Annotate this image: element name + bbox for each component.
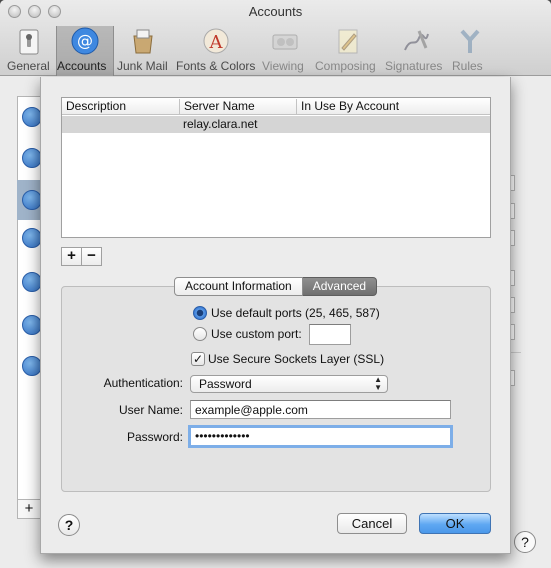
preferences-window: Accounts General @ Accounts Junk Mail A … [0, 0, 551, 568]
toolbar-viewing-label: Viewing [262, 59, 304, 73]
toolbar-fonts-colors[interactable]: A Fonts & Colors [176, 26, 256, 76]
default-ports-radio[interactable] [193, 306, 207, 320]
tab-bar: Account Information Advanced [174, 277, 378, 296]
column-header-in-use-by[interactable]: In Use By Account [297, 99, 487, 114]
toolbar-fonts-colors-label: Fonts & Colors [176, 59, 256, 73]
junk-mail-icon [133, 29, 153, 54]
popup-arrows-icon: ▲ ▼ [374, 375, 382, 392]
add-server-button[interactable]: + [61, 247, 82, 266]
account-icon[interactable] [22, 356, 42, 376]
toolbar-viewing[interactable]: Viewing [262, 26, 308, 76]
ssl-checkbox[interactable]: ✓ [191, 352, 205, 366]
authentication-label: Authentication: [103, 376, 183, 390]
toolbar-general[interactable]: General [7, 26, 51, 76]
help-button-background[interactable]: ? [514, 531, 536, 553]
column-header-description[interactable]: Description [62, 99, 180, 114]
custom-port-label: Use custom port: [211, 327, 302, 341]
add-account-button[interactable]: + [17, 499, 41, 519]
ssl-label: Use Secure Sockets Layer (SSL) [208, 352, 385, 366]
composing-icon [338, 29, 358, 54]
password-label: Password: [126, 430, 183, 444]
server-table[interactable]: Description Server Name In Use By Accoun… [61, 97, 491, 238]
at-sign-icon: @ [71, 27, 99, 55]
custom-port-field[interactable] [309, 324, 351, 345]
cancel-button[interactable]: Cancel [337, 513, 407, 534]
help-button[interactable]: ? [58, 514, 80, 536]
ok-button[interactable]: OK [419, 513, 491, 534]
column-header-server-name[interactable]: Server Name [180, 99, 297, 114]
tab-account-information[interactable]: Account Information [174, 277, 303, 296]
smtp-server-sheet: Description Server Name In Use By Accoun… [40, 77, 511, 554]
title-bar: Accounts General @ Accounts Junk Mail A … [0, 0, 551, 76]
password-field[interactable]: ••••••••••••• [188, 425, 453, 448]
toolbar-composing-label: Composing [315, 59, 376, 73]
account-icon[interactable] [22, 190, 42, 210]
toolbar-general-label: General [7, 59, 50, 73]
account-icon[interactable] [22, 315, 42, 335]
table-row[interactable]: relay.clara.net [62, 116, 490, 133]
rules-icon [460, 29, 480, 53]
tab-advanced[interactable]: Advanced [302, 277, 378, 296]
svg-text:A: A [209, 32, 224, 53]
toolbar-rules-label: Rules [452, 59, 483, 73]
window-title: Accounts [248, 4, 303, 19]
toolbar-accounts[interactable]: @ Accounts [56, 26, 114, 76]
toolbar-junk-mail[interactable]: Junk Mail [117, 26, 169, 76]
account-icon[interactable] [22, 228, 42, 248]
account-icon[interactable] [22, 272, 42, 292]
cell-server-name: relay.clara.net [183, 117, 258, 131]
account-icon[interactable] [22, 148, 42, 168]
toolbar-rules[interactable]: Rules [452, 26, 488, 76]
server-table-header: Description Server Name In Use By Accoun… [62, 98, 490, 115]
remove-server-button[interactable]: − [81, 247, 102, 266]
signatures-icon [404, 30, 429, 51]
toolbar-composing[interactable]: Composing [315, 26, 381, 76]
account-icon[interactable] [22, 107, 42, 127]
custom-port-radio[interactable] [193, 327, 207, 341]
toolbar-signatures-label: Signatures [385, 59, 443, 73]
svg-text:@: @ [77, 31, 93, 50]
toolbar-accounts-label: Accounts [57, 59, 107, 73]
user-name-label: User Name: [118, 403, 183, 417]
viewing-icon [272, 34, 298, 50]
authentication-popup[interactable]: Password ▲ ▼ [190, 375, 388, 393]
toolbar-junk-mail-label: Junk Mail [117, 59, 168, 73]
general-switch-icon [19, 29, 39, 55]
default-ports-label: Use default ports (25, 465, 587) [211, 306, 380, 320]
toolbar-signatures[interactable]: Signatures [385, 26, 447, 76]
authentication-value: Password [199, 377, 252, 391]
fonts-colors-icon: A [203, 28, 229, 54]
user-name-field[interactable] [190, 400, 451, 419]
